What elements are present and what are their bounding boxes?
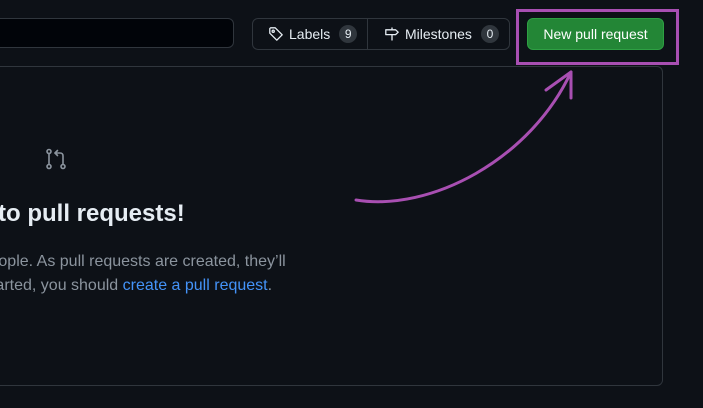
labels-button[interactable]: Labels 9 xyxy=(253,19,368,49)
pull-requests-page: Labels 9 Milestones 0 New pull request t… xyxy=(0,0,703,408)
milestones-button[interactable]: Milestones 0 xyxy=(368,19,509,49)
tag-icon xyxy=(268,26,284,42)
git-pull-request-icon xyxy=(44,147,68,176)
blankslate-desc-line1: ide with other people. As pull requests … xyxy=(0,253,286,270)
labels-milestones-group: Labels 9 Milestones 0 xyxy=(252,18,510,50)
create-pull-request-link[interactable]: create a pull request xyxy=(123,277,268,294)
labels-counter: 9 xyxy=(339,25,358,43)
blankslate-desc-suffix: . xyxy=(267,277,273,294)
milestone-icon xyxy=(384,26,400,42)
search-input[interactable] xyxy=(0,18,234,48)
blankslate-description: ide with other people. As pull requests … xyxy=(0,250,421,298)
new-pull-request-button[interactable]: New pull request xyxy=(527,18,664,50)
milestones-label: Milestones xyxy=(405,26,472,42)
blankslate-desc-line2: ple list. To get started, you should xyxy=(0,277,119,294)
labels-label: Labels xyxy=(289,26,331,42)
milestones-counter: 0 xyxy=(480,25,499,43)
blankslate-title: ome to pull requests! xyxy=(0,200,185,227)
